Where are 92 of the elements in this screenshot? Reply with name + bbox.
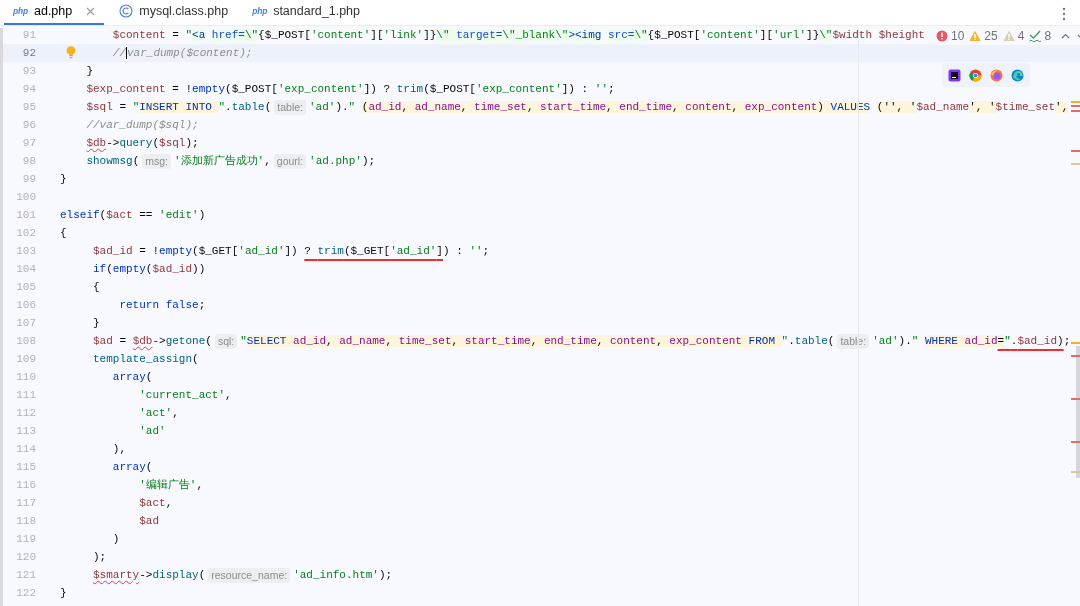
line-number: 116: [15, 477, 37, 493]
lightbulb-icon[interactable]: [66, 46, 76, 59]
code-text: return false;: [118, 297, 206, 313]
code-text: $content = "<a href=\"{$_POST['content']['link']}\" target=\"_blank\"><img src=\"{$_POST['content']['url']}\"$width $height: [111, 27, 925, 43]
code-text: 'current_act',: [138, 387, 232, 403]
code-text: ): [111, 531, 120, 547]
code-text: //var_dump($sql);: [85, 117, 199, 133]
code-text: }: [60, 171, 67, 187]
line-number: 111: [15, 387, 37, 403]
line-number: 96: [21, 117, 37, 133]
close-icon[interactable]: [86, 6, 96, 16]
line-number: 118: [15, 513, 37, 529]
inspection-count[interactable]: 8: [1044, 27, 1052, 45]
code-text: }: [85, 63, 93, 79]
line-number: 121: [15, 567, 37, 583]
code-text: }: [92, 315, 100, 331]
parameter-hint: sql:: [214, 333, 238, 349]
parameter-hint: table:: [274, 99, 306, 115]
line-number: 101: [15, 207, 37, 223]
code-text: $db->query($sql);: [85, 135, 199, 151]
code-text: array(: [111, 369, 153, 385]
code-text: '编辑广告',: [138, 477, 204, 493]
parameter-hint: resource_name:: [208, 567, 291, 583]
code-text: }: [60, 585, 67, 601]
class-icon: [119, 4, 134, 18]
line-number: 95: [21, 99, 37, 115]
line-number: 112: [15, 405, 37, 421]
editor-tab[interactable]: php standard_1.php: [243, 0, 370, 25]
line-number: 122: [15, 585, 37, 601]
line-number: 120: [15, 549, 37, 565]
code-text: $ad_id = !empty($_GET['ad_id']) ? trim($_GET['ad_id']) : '';: [92, 243, 490, 259]
editor-tab[interactable]: mysql.class.php: [110, 0, 238, 25]
code-text: 'ad.php');: [309, 153, 376, 169]
code-text: $exp_content = !empty($_POST['exp_content']) ? trim($_POST['exp_content']) : '';: [85, 81, 615, 97]
code-text: {: [92, 279, 100, 295]
code-text: );: [92, 549, 107, 565]
code-text: //var_dump($content);: [111, 45, 253, 61]
line-number: 114: [15, 441, 37, 457]
check-icon[interactable]: [1029, 30, 1042, 42]
inspection-count[interactable]: 25: [984, 27, 998, 45]
line-number: 113: [15, 423, 37, 439]
warning-icon[interactable]: [1002, 30, 1015, 42]
code-text: {: [60, 225, 67, 241]
code-text: $act,: [138, 495, 173, 511]
line-number: 97: [21, 135, 37, 151]
line-number: 119: [15, 531, 37, 547]
line-number: 110: [15, 369, 37, 385]
code-text: ),: [111, 441, 126, 457]
line-number: 106: [15, 297, 37, 313]
line-number: 117: [15, 495, 37, 511]
code-text: elseif($act == 'edit'): [60, 207, 206, 223]
code-text: $ad: [138, 513, 160, 529]
inspection-count[interactable]: 10: [951, 27, 965, 45]
file-type-icon: php: [13, 4, 28, 18]
line-number: 107: [15, 315, 37, 331]
code-text: "SELECT ad_id, ad_name, time_set, start_time, end_time, content, exp_content FROM ".table(: [240, 333, 835, 349]
code-text: $sql = "INSERT INTO ".table(: [85, 99, 272, 115]
parameter-hint: gourl:: [273, 153, 307, 169]
scrollbar-thumb[interactable]: [1076, 346, 1080, 478]
line-number: 92: [21, 45, 37, 61]
inspection-count[interactable]: 4: [1017, 27, 1025, 45]
line-number: 103: [15, 243, 37, 259]
code-text: template_assign(: [92, 351, 199, 367]
error-icon[interactable]: [936, 30, 948, 42]
line-number: 108: [15, 333, 37, 349]
code-text: showmsg(: [85, 153, 140, 169]
code-text: 'ad_info.htm');: [293, 567, 393, 583]
line-number: 115: [15, 459, 37, 475]
line-number: 94: [21, 81, 37, 97]
line-number: 91: [21, 27, 37, 43]
code-text: array(: [111, 459, 153, 475]
code-text: '添加新广告成功',: [174, 153, 271, 169]
file-type-icon: php: [252, 4, 268, 18]
parameter-hint: msg:: [142, 153, 171, 169]
line-number: 102: [15, 225, 37, 241]
line-number: 109: [15, 351, 37, 367]
code-text: 'ad': [138, 423, 166, 439]
line-number: 98: [21, 153, 37, 169]
line-number: 93: [21, 63, 37, 79]
line-number: 100: [15, 189, 37, 205]
code-text: 'act',: [138, 405, 179, 421]
line-number: 105: [15, 279, 37, 295]
code-text: $ad = $db->getone(: [92, 333, 212, 349]
warning-icon[interactable]: [969, 30, 982, 42]
code-text: 'ad')." WHERE ad_id=".$ad_id);: [872, 333, 1071, 349]
browser-icon[interactable]: [948, 68, 961, 82]
more-icon[interactable]: [1062, 7, 1066, 21]
editor-tab[interactable]: php ad.php: [4, 0, 105, 25]
line-number: 104: [15, 261, 37, 277]
code-text: if(empty($ad_id)): [92, 261, 206, 277]
line-number: 99: [21, 171, 37, 187]
code-text: $smarty->display(: [92, 567, 206, 583]
